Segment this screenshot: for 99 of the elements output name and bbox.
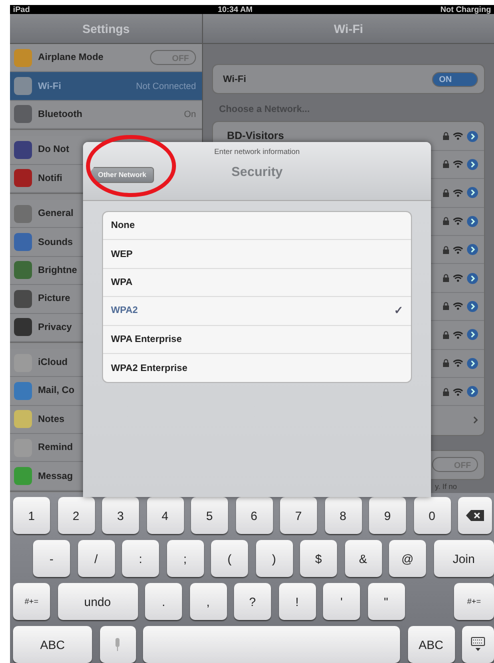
info-button[interactable] xyxy=(467,244,478,256)
keyboard-key[interactable]: ABC xyxy=(408,626,454,663)
keyboard-key[interactable]: , xyxy=(190,583,226,620)
keyboard-key[interactable]: - xyxy=(33,540,70,577)
info-button[interactable] xyxy=(467,216,478,227)
row-label: General xyxy=(38,208,74,220)
wifi-icon xyxy=(453,274,463,282)
keyboard-key[interactable]: ( xyxy=(211,540,248,577)
security-option[interactable]: WPA2 Enterprise xyxy=(103,354,411,382)
keyboard-key[interactable]: " xyxy=(368,583,404,620)
row-label: Wi-Fi xyxy=(223,74,246,85)
row-label: Picture xyxy=(38,293,70,304)
wifi-icon xyxy=(453,359,463,368)
lock-icon xyxy=(443,160,449,168)
row-label: iCloud xyxy=(38,357,68,368)
lock-icon xyxy=(443,330,449,339)
wifi-icon xyxy=(453,160,463,168)
row-label: Notes xyxy=(38,414,64,425)
lock-icon xyxy=(443,274,449,282)
keyboard-key[interactable]: Join xyxy=(434,540,494,577)
row-label: Brightne xyxy=(38,264,78,276)
wifi-icon xyxy=(453,217,463,226)
microphone-icon xyxy=(114,638,121,652)
keyboard-key[interactable]: ; xyxy=(166,540,204,577)
row-label: Sounds xyxy=(38,236,73,248)
battery-status: Not Charging xyxy=(440,5,491,14)
security-option[interactable]: WPA2 ✓ xyxy=(103,297,411,326)
row-value: On xyxy=(184,109,196,120)
keyboard-key[interactable]: 5 xyxy=(191,497,228,534)
lock-icon xyxy=(443,188,449,197)
keyboard-key[interactable]: 3 xyxy=(102,497,139,534)
keyboard-key[interactable] xyxy=(462,626,494,663)
keyboard-key[interactable]: 9 xyxy=(369,497,406,534)
keyboard-key[interactable]: #+= xyxy=(13,583,50,620)
carrier-label: iPad xyxy=(13,5,30,14)
wifi-icon xyxy=(453,132,463,140)
delete-icon xyxy=(466,510,484,521)
lock-icon xyxy=(443,388,449,396)
row-label: Remind xyxy=(38,442,73,454)
keyboard-key[interactable]: 8 xyxy=(324,497,362,534)
lock-icon xyxy=(443,302,449,310)
keyboard-key[interactable]: ABC xyxy=(13,626,92,663)
security-option[interactable]: WPA Enterprise xyxy=(103,326,411,354)
keyboard-key[interactable]: ? xyxy=(234,583,271,620)
info-button[interactable] xyxy=(467,187,478,198)
wifi-icon xyxy=(453,330,463,339)
network-name: BD-Visitors xyxy=(226,130,284,142)
wifi-icon xyxy=(453,246,463,254)
info-button[interactable] xyxy=(467,329,478,340)
clock-time: 10:34 AM xyxy=(218,5,253,14)
wifi-icon xyxy=(453,388,463,396)
lock-icon xyxy=(443,246,449,254)
keyboard-key[interactable]: $ xyxy=(300,540,337,577)
sidebar-title: Settings xyxy=(10,14,202,44)
keyboard-key[interactable]: 4 xyxy=(146,497,184,534)
keyboard-key[interactable]: undo xyxy=(58,583,138,620)
keyboard-key[interactable]: ' xyxy=(323,583,360,620)
security-option[interactable]: WEP xyxy=(103,240,411,269)
security-option[interactable]: None xyxy=(103,212,411,240)
row-label: Notifi xyxy=(38,172,62,184)
keyboard-key[interactable] xyxy=(458,497,492,534)
lock-icon xyxy=(443,217,449,226)
pane-title: Wi-Fi xyxy=(203,14,494,44)
keyboard-key[interactable]: & xyxy=(344,540,382,577)
keyboard-key[interactable]: 6 xyxy=(236,497,272,534)
row-label: Mail, Co xyxy=(38,385,74,396)
info-button[interactable] xyxy=(467,272,478,284)
row-label: Bluetooth xyxy=(38,108,82,120)
security-option[interactable]: WPA xyxy=(103,268,411,298)
keyboard-key[interactable]: @ xyxy=(389,540,426,577)
checkmark-icon: ✓ xyxy=(394,304,403,318)
keyboard-key[interactable]: 2 xyxy=(58,497,94,534)
row-label: Messag xyxy=(38,470,73,482)
keyboard-key[interactable]: 7 xyxy=(280,497,317,534)
info-button[interactable] xyxy=(467,300,478,312)
keyboard-key[interactable]: #+= xyxy=(454,583,494,620)
keyboard-key[interactable]: 1 xyxy=(13,497,50,534)
info-button[interactable] xyxy=(467,130,478,142)
lock-icon xyxy=(443,359,449,368)
keyboard-key[interactable]: ! xyxy=(278,583,316,620)
info-button[interactable] xyxy=(467,386,478,398)
row-value: Not Connected xyxy=(136,81,196,92)
keyboard-key[interactable]: . xyxy=(145,583,182,620)
wifi-icon xyxy=(453,188,463,197)
chevron-icon[interactable] xyxy=(473,416,478,424)
keyboard-key[interactable]: ) xyxy=(256,540,292,577)
wifi-icon xyxy=(453,302,463,310)
keyboard-hide-icon xyxy=(471,636,485,652)
keyboard-key[interactable]: 0 xyxy=(414,497,450,534)
row-label: Privacy xyxy=(38,322,72,333)
lock-icon xyxy=(443,132,449,140)
info-button[interactable] xyxy=(467,358,478,369)
popover-title: Security xyxy=(231,164,283,179)
info-button[interactable] xyxy=(467,158,478,170)
keyboard-key[interactable]: : xyxy=(122,540,159,577)
row-label: Do Not xyxy=(38,144,70,156)
row-label: Airplane Mode xyxy=(38,52,104,64)
keyboard-key[interactable]: / xyxy=(78,540,114,577)
row-label: Wi-Fi xyxy=(38,80,62,92)
